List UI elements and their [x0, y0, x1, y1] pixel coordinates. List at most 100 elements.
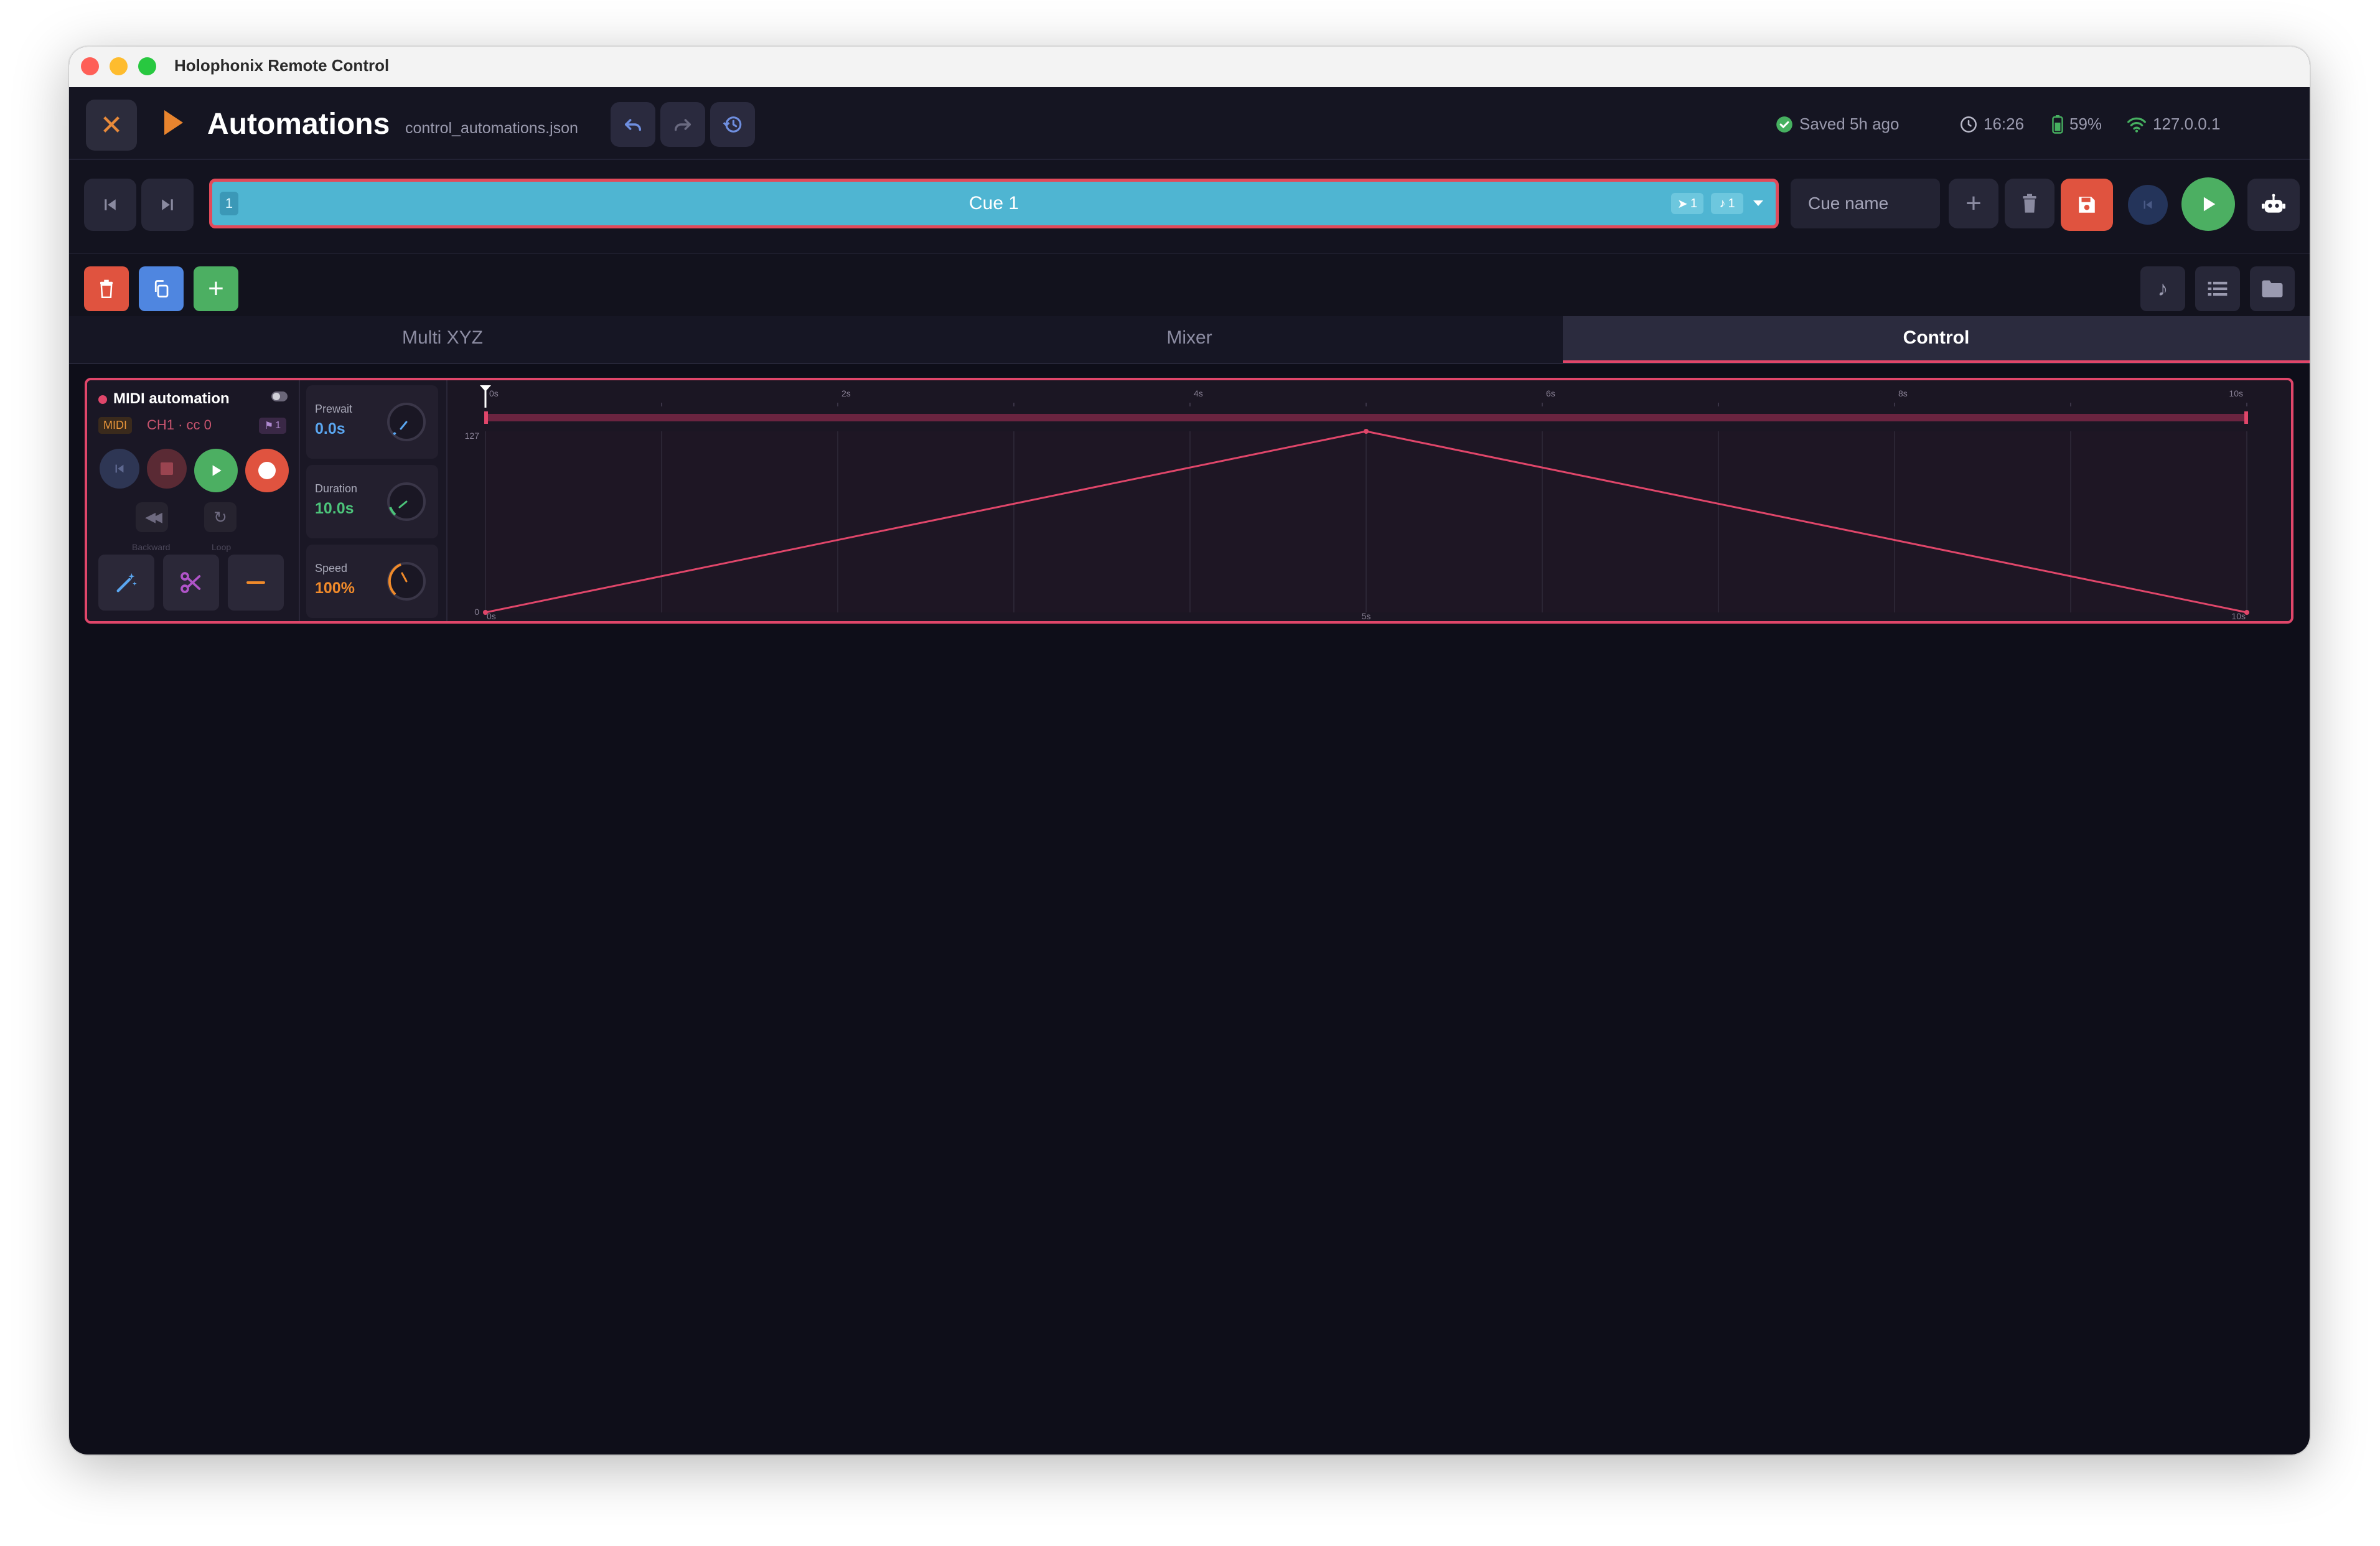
remove-point-button[interactable] [228, 555, 284, 611]
backward-button[interactable]: ◀◀ [136, 502, 168, 532]
magic-wand-icon [116, 573, 137, 593]
x-axis-label: 5s [1362, 611, 1371, 621]
robot-icon [2262, 194, 2285, 213]
wifi-icon [2127, 117, 2146, 133]
skip-back-icon [115, 464, 124, 473]
clock: 16:26 [1960, 115, 2024, 134]
plus-icon: + [1965, 188, 1982, 218]
go-back-button[interactable] [2128, 185, 2168, 225]
redo-button[interactable] [660, 102, 705, 147]
chevron-down-icon[interactable] [1753, 200, 1763, 206]
next-cue-button[interactable] [141, 179, 194, 231]
automation-point [483, 610, 488, 615]
duration-control[interactable]: Duration 10.0s [306, 465, 438, 538]
file-name: control_automations.json [405, 119, 578, 137]
add-automation-button[interactable]: + [194, 266, 238, 311]
cue-tracks-count: 1 [1690, 196, 1697, 210]
automation-timeline[interactable]: 0s 2s 4s 6s 8s 10s1270 0s 5s 10s [448, 380, 2291, 621]
clock-text: 16:26 [1984, 115, 2025, 133]
connection: 127.0.0.1 [2127, 115, 2220, 134]
ip-address: 127.0.0.1 [2153, 115, 2221, 133]
list-icon [2208, 281, 2228, 296]
close-page-button[interactable]: ✕ [86, 100, 137, 151]
ruler-label: 10s [2229, 388, 2243, 398]
page-title: Automations [207, 108, 390, 141]
ruler-label: 6s [1546, 388, 1555, 398]
delete-cue-button[interactable] [2005, 179, 2054, 228]
ruler-label: 2s [841, 388, 851, 398]
go-button[interactable] [2181, 177, 2235, 231]
duration-value: 10.0s [315, 500, 354, 517]
loop-icon: ↻ [213, 507, 227, 527]
check-circle-icon [1776, 116, 1792, 133]
speed-knob[interactable] [385, 560, 428, 603]
tab-bar: Multi XYZ Mixer Control [69, 316, 2310, 364]
automation-point [2244, 610, 2249, 615]
rewind-to-start-button[interactable] [100, 449, 139, 489]
duration-knob[interactable] [385, 480, 428, 523]
play-automation-button[interactable] [194, 449, 238, 492]
y-max-label: 127 [465, 431, 480, 441]
previous-cue-button[interactable] [84, 179, 136, 231]
save-cue-button[interactable] [2061, 179, 2113, 231]
magic-wand-button[interactable] [98, 555, 154, 611]
tab-control[interactable]: Control [1563, 316, 2310, 363]
zoom-window-button[interactable] [138, 57, 156, 75]
scissors-icon [180, 572, 201, 593]
close-window-button[interactable] [81, 57, 99, 75]
cue-selector[interactable]: 1 Cue 1 ➤ 1 ♪ 1 [209, 179, 1779, 228]
ruler-label: 0s [489, 388, 499, 398]
plus-icon: + [208, 273, 224, 304]
battery-text: 59% [2069, 115, 2102, 133]
cue-tracks-chip: ➤ 1 [1671, 193, 1703, 214]
list-view-button[interactable] [2195, 266, 2240, 311]
music-note-icon: ♪ [1719, 196, 1726, 210]
add-cue-button[interactable]: + [1949, 179, 1998, 228]
track-count: 1 [275, 420, 281, 431]
history-button[interactable] [710, 102, 755, 147]
cut-button[interactable] [163, 555, 219, 611]
stop-icon [161, 462, 173, 475]
flag-icon: ⚑ [264, 421, 274, 431]
automation-parameters: Prewait 0.0s Duration 10.0s Speed 100% [300, 380, 447, 621]
play-icon [212, 465, 222, 476]
skip-forward-icon [162, 199, 173, 210]
assistant-button[interactable] [2247, 179, 2300, 231]
history-icon [723, 116, 742, 133]
title-bar: Holophonix Remote Control [69, 47, 2310, 88]
cue-notes-chip: ♪ 1 [1711, 193, 1743, 214]
y-min-label: 0 [474, 607, 479, 617]
copy-icon [154, 280, 169, 297]
delete-automation-button[interactable] [84, 266, 129, 311]
folder-button[interactable] [2250, 266, 2295, 311]
region-end-handle [2244, 411, 2248, 424]
app-header: ✕ Automations control_automations.json S… [69, 87, 2310, 160]
trash-icon [100, 279, 113, 298]
toggle-icon[interactable] [271, 391, 288, 401]
prewait-control[interactable]: Prewait 0.0s [306, 385, 438, 459]
loop-button[interactable]: ↻ [204, 502, 237, 532]
record-icon [258, 462, 276, 479]
stop-button[interactable] [147, 449, 187, 489]
clock-icon [1961, 116, 1977, 133]
loop-label: Loop [212, 542, 232, 552]
duration-label: Duration [315, 482, 358, 495]
speed-control[interactable]: Speed 100% [306, 545, 438, 618]
cue-label: Cue 1 [968, 193, 1019, 213]
record-button[interactable] [245, 449, 289, 492]
save-icon [2079, 197, 2095, 213]
ruler-label: 4s [1194, 388, 1203, 398]
prewait-knob[interactable] [385, 400, 428, 444]
tab-mixer[interactable]: Mixer [816, 316, 1563, 363]
automation-controls: MIDI automation MIDI CH1 · cc 0 ⚑ 1 ◀◀ B… [87, 380, 300, 621]
tab-multi-xyz[interactable]: Multi XYZ [69, 316, 816, 363]
minimize-window-button[interactable] [110, 57, 128, 75]
automation-panel: MIDI automation MIDI CH1 · cc 0 ⚑ 1 ◀◀ B… [85, 378, 2293, 624]
play-indicator-icon [164, 110, 183, 135]
undo-button[interactable] [611, 102, 655, 147]
audio-view-button[interactable]: ♪ [2140, 266, 2185, 311]
duplicate-automation-button[interactable] [139, 266, 184, 311]
prewait-label: Prewait [315, 403, 353, 415]
rewind-icon: ◀◀ [145, 509, 162, 525]
cue-name-input[interactable]: Cue name [1791, 179, 1940, 228]
